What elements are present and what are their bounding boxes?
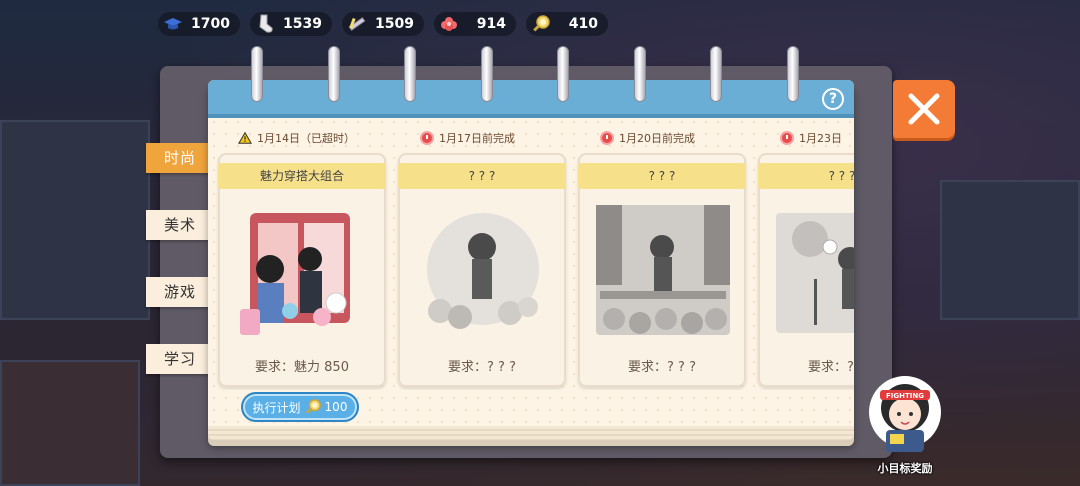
currency-value: 1539 <box>283 16 322 32</box>
mascot-badge: FIGHTING <box>886 392 924 400</box>
date-header: 1月14日（已超时） <box>238 130 355 146</box>
currency-magnifier[interactable]: 410 <box>526 12 608 36</box>
currency-value: 1509 <box>375 16 414 32</box>
warning-icon <box>238 131 252 145</box>
card-title: ? ? ? <box>758 163 854 189</box>
flower-icon <box>438 13 460 35</box>
magnifier-gear-icon <box>304 398 322 416</box>
binder-ring <box>710 46 722 102</box>
card-illustration <box>230 199 376 349</box>
binder-ring <box>251 46 263 102</box>
binder-ring <box>404 46 416 102</box>
pen-icon <box>346 13 368 35</box>
date-header: 1月23日 <box>780 130 854 146</box>
execute-plan-cost: 100 <box>324 400 348 414</box>
clock-icon <box>780 131 794 145</box>
tab-study[interactable]: 学习 <box>146 344 212 374</box>
clock-icon <box>600 131 614 145</box>
currency-graduation-cap[interactable]: 1700 <box>158 12 240 36</box>
date-header: 1月17日前完成 <box>420 130 515 146</box>
card-title: 魅力穿搭大组合 <box>218 163 386 189</box>
currency-sock[interactable]: 1539 <box>250 12 332 36</box>
card-requirement: 要求：? ? ? <box>628 360 696 375</box>
currency-bar: 1700 1539 1509 914 410 <box>158 12 608 36</box>
currency-pen[interactable]: 1509 <box>342 12 424 36</box>
card-illustration-locked <box>590 199 736 349</box>
date-text: 1月14日（已超时） <box>257 132 355 145</box>
wall-shelf <box>940 180 1080 320</box>
mascot-avatar: FIGHTING <box>869 376 941 452</box>
help-button[interactable]: ? <box>822 88 844 110</box>
date-text: 1月20日前完成 <box>619 132 695 145</box>
currency-flower[interactable]: 914 <box>434 12 516 36</box>
plan-card-locked[interactable]: ? ? ? 要求：? ? ? <box>758 153 854 387</box>
close-icon <box>908 93 940 125</box>
plan-card-locked[interactable]: ? ? ? 要求：? ? ? <box>398 153 566 387</box>
currency-value: 410 <box>568 16 598 32</box>
tab-fashion[interactable]: 时尚 <box>146 143 212 173</box>
card-requirement: 要求：魅力 850 <box>255 360 349 375</box>
binder-ring <box>557 46 569 102</box>
date-header: 1月20日前完成 <box>600 130 695 146</box>
mascot-label: 小目标奖励 <box>877 462 933 475</box>
binder-ring <box>787 46 799 102</box>
card-requirement: 要求：? ? ? <box>448 360 516 375</box>
close-button[interactable] <box>893 80 955 138</box>
execute-plan-button[interactable]: 执行计划 100 <box>241 392 359 422</box>
execute-plan-label: 执行计划 <box>252 400 301 415</box>
date-text: 1月23日 <box>799 132 842 145</box>
magnifier-gear-icon <box>530 13 552 35</box>
binder-ring <box>481 46 493 102</box>
card-title: ? ? ? <box>578 163 746 189</box>
notebook-header: ? <box>208 80 854 118</box>
tab-games[interactable]: 游戏 <box>146 277 212 307</box>
binder-ring <box>634 46 646 102</box>
plan-card[interactable]: 魅力穿搭大组合 要求：魅力 850 <box>218 153 386 387</box>
card-requirement: 要求：? ? ? <box>808 360 854 375</box>
desk <box>0 360 140 486</box>
tab-art[interactable]: 美术 <box>146 210 212 240</box>
binder-ring <box>328 46 340 102</box>
card-illustration-locked <box>410 199 556 349</box>
plan-card-locked[interactable]: ? ? ? 要求：? ? ? <box>578 153 746 387</box>
currency-value: 1700 <box>191 16 230 32</box>
card-title: ? ? ? <box>398 163 566 189</box>
small-goal-reward-button[interactable]: FIGHTING 小目标奖励 <box>864 372 946 476</box>
sock-icon <box>254 13 276 35</box>
plan-cards: 魅力穿搭大组合 要求：魅力 850 ? ? ? 要求：? ? ? ? ? ? 要… <box>208 150 854 390</box>
currency-value: 914 <box>476 16 506 32</box>
clock-icon <box>420 131 434 145</box>
graduation-cap-icon <box>162 13 184 35</box>
notebook-page-edges <box>208 426 854 440</box>
card-illustration-locked <box>770 199 854 349</box>
bookshelf <box>0 120 150 320</box>
date-text: 1月17日前完成 <box>439 132 515 145</box>
